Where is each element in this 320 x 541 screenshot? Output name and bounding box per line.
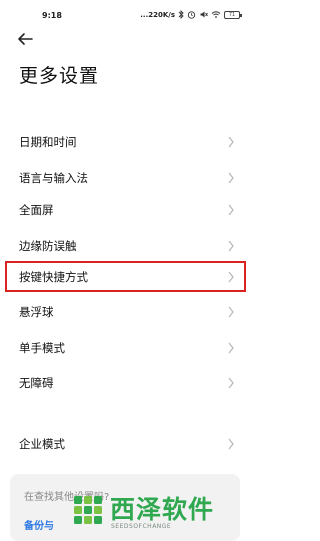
settings-item-fullscreen[interactable]: 全面屏: [0, 192, 250, 228]
highlight-box: [5, 261, 246, 292]
watermark-logo-icon: [74, 496, 102, 524]
status-icons: ...220K/s 71: [140, 10, 242, 19]
mute-icon: [200, 11, 208, 18]
settings-item-label: 语言与输入法: [19, 171, 88, 185]
settings-item-floating-ball[interactable]: 悬浮球: [0, 294, 250, 330]
settings-item-one-handed[interactable]: 单手模式: [0, 330, 250, 366]
bluetooth-icon: [178, 10, 184, 19]
watermark-subtitle: SEEDSOFCHANGE: [111, 523, 172, 530]
chevron-right-icon: [228, 240, 234, 252]
battery-icon: 71: [224, 10, 242, 19]
settings-item-label: 全面屏: [19, 203, 54, 217]
settings-item-label: 企业模式: [19, 437, 65, 451]
settings-item-language-input[interactable]: 语言与输入法: [0, 160, 250, 196]
settings-item-accessibility[interactable]: 无障碍: [0, 365, 250, 401]
settings-item-label: 悬浮球: [19, 305, 54, 319]
watermark-title: 西泽软件: [110, 495, 215, 524]
chevron-right-icon: [228, 306, 234, 318]
settings-item-label: 单手模式: [19, 341, 65, 355]
status-bar: 9:18 ...220K/s 71: [0, 0, 250, 32]
chevron-right-icon: [228, 438, 234, 450]
suggestion-link[interactable]: 备份与: [24, 517, 54, 532]
wifi-icon: [211, 11, 221, 18]
chevron-right-icon: [228, 377, 234, 389]
settings-item-label: 无障碍: [19, 376, 54, 390]
chevron-right-icon: [228, 342, 234, 354]
settings-item-label: 边缘防误触: [19, 239, 77, 253]
watermark: 西泽软件 SEEDSOFCHANGE: [70, 488, 240, 538]
network-speed: ...220K/s: [140, 10, 175, 19]
arrow-left-icon: [18, 33, 33, 45]
alarm-icon: [187, 11, 196, 19]
page-title: 更多设置: [19, 65, 100, 87]
chevron-right-icon: [228, 172, 234, 184]
back-button[interactable]: [14, 28, 36, 50]
settings-item-enterprise-mode[interactable]: 企业模式: [0, 426, 250, 462]
chevron-right-icon: [228, 204, 234, 216]
status-time: 9:18: [42, 11, 62, 20]
